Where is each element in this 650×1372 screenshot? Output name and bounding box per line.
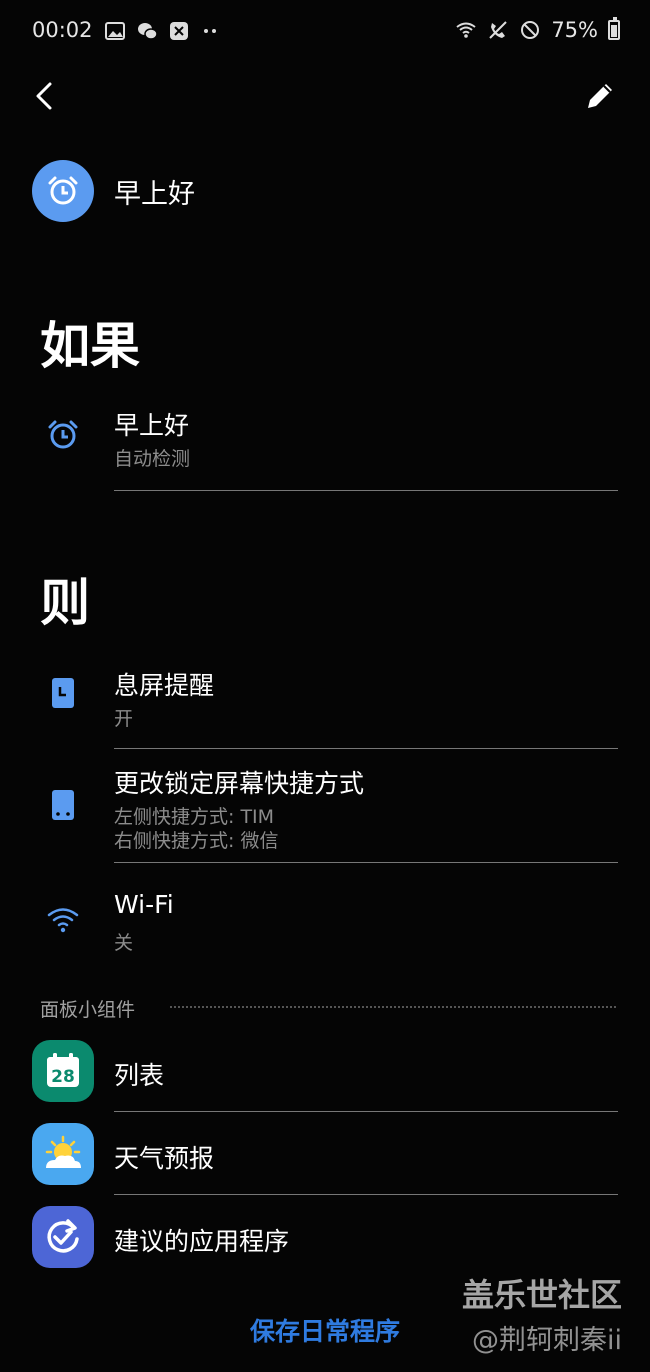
routine-icon-circle — [32, 160, 94, 222]
condition-icon — [40, 412, 86, 458]
action-icon — [40, 782, 86, 828]
action-icon — [40, 670, 86, 716]
status-left-icons — [104, 20, 222, 42]
divider — [114, 1111, 618, 1112]
action-title: 息屏提醒 — [114, 671, 215, 700]
widget-title: 列表 — [114, 1061, 165, 1090]
action-item-aod[interactable]: 息屏提醒 开 — [0, 660, 650, 748]
action-subtitle-right: 右侧快捷方式: 微信 — [114, 830, 279, 852]
action-item-wifi[interactable]: Wi-Fi 关 — [0, 884, 650, 964]
widget-title: 建议的应用程序 — [114, 1227, 290, 1256]
phone-icon — [52, 790, 74, 820]
calendar-icon: 28 — [32, 1040, 94, 1102]
battery-icon — [608, 17, 620, 40]
action-title: Wi-Fi — [114, 890, 174, 919]
pencil-icon — [588, 84, 612, 108]
status-time: 00:02 — [32, 18, 93, 42]
divider — [114, 490, 618, 491]
battery-percent: 75% — [551, 18, 598, 42]
action-subtitle-left: 左侧快捷方式: TIM — [114, 806, 275, 828]
widget-item-weather[interactable]: 天气预报 — [0, 1123, 650, 1189]
routine-header: 早上好 — [32, 160, 195, 222]
calendar-badge: 28 — [51, 1067, 75, 1087]
routine-name: 早上好 — [114, 178, 195, 210]
widget-title: 天气预报 — [114, 1144, 215, 1173]
widget-item-suggested-apps[interactable]: 建议的应用程序 — [0, 1206, 650, 1272]
edit-button[interactable] — [580, 76, 620, 116]
weather-glyph — [45, 1135, 81, 1168]
widgets-label: 面板小组件 — [40, 999, 136, 1021]
condition-subtitle: 自动检测 — [114, 448, 191, 470]
if-section-title: 如果 — [40, 317, 140, 375]
alarm-clock-icon — [48, 176, 78, 205]
alarm-clock-icon — [48, 420, 78, 449]
dotted-divider — [170, 1006, 616, 1008]
action-icon — [40, 896, 86, 942]
weather-icon — [32, 1123, 94, 1185]
divider — [114, 1194, 618, 1195]
call-icon — [489, 21, 508, 39]
wifi-icon — [456, 22, 476, 38]
watermark-handle: @荆轲刺秦ii — [472, 1325, 623, 1356]
always-on-display-icon — [52, 678, 74, 708]
status-right-icons: 75% — [455, 17, 620, 42]
action-title: 更改锁定屏幕快捷方式 — [114, 769, 365, 798]
do-not-disturb-icon — [521, 21, 540, 39]
divider — [114, 862, 618, 863]
wifi-icon — [47, 908, 79, 933]
back-button[interactable] — [26, 76, 66, 116]
widget-item-calendar[interactable]: 28 列表 — [0, 1040, 650, 1106]
condition-title: 早上好 — [114, 411, 190, 440]
action-subtitle: 开 — [114, 708, 134, 730]
gallery-icon — [105, 22, 125, 40]
action-item-lockscreen[interactable]: 更改锁定屏幕快捷方式 左侧快捷方式: TIM 右侧快捷方式: 微信 — [0, 760, 650, 862]
calendar-glyph: 28 — [47, 1053, 79, 1087]
app-icon — [170, 22, 188, 40]
suggested-apps-icon — [32, 1206, 94, 1268]
wechat-icon — [138, 23, 158, 40]
divider — [114, 748, 618, 749]
back-arrow-icon — [36, 82, 52, 110]
action-subtitle: 关 — [114, 932, 134, 954]
suggested-apps-glyph — [47, 1219, 79, 1253]
more-dots-icon — [204, 29, 216, 33]
condition-item[interactable]: 早上好 自动检测 — [0, 400, 650, 490]
status-bar: 00:02 75% — [0, 0, 650, 62]
then-section-title: 则 — [40, 574, 90, 632]
watermark-title: 盖乐世社区 — [462, 1276, 623, 1314]
